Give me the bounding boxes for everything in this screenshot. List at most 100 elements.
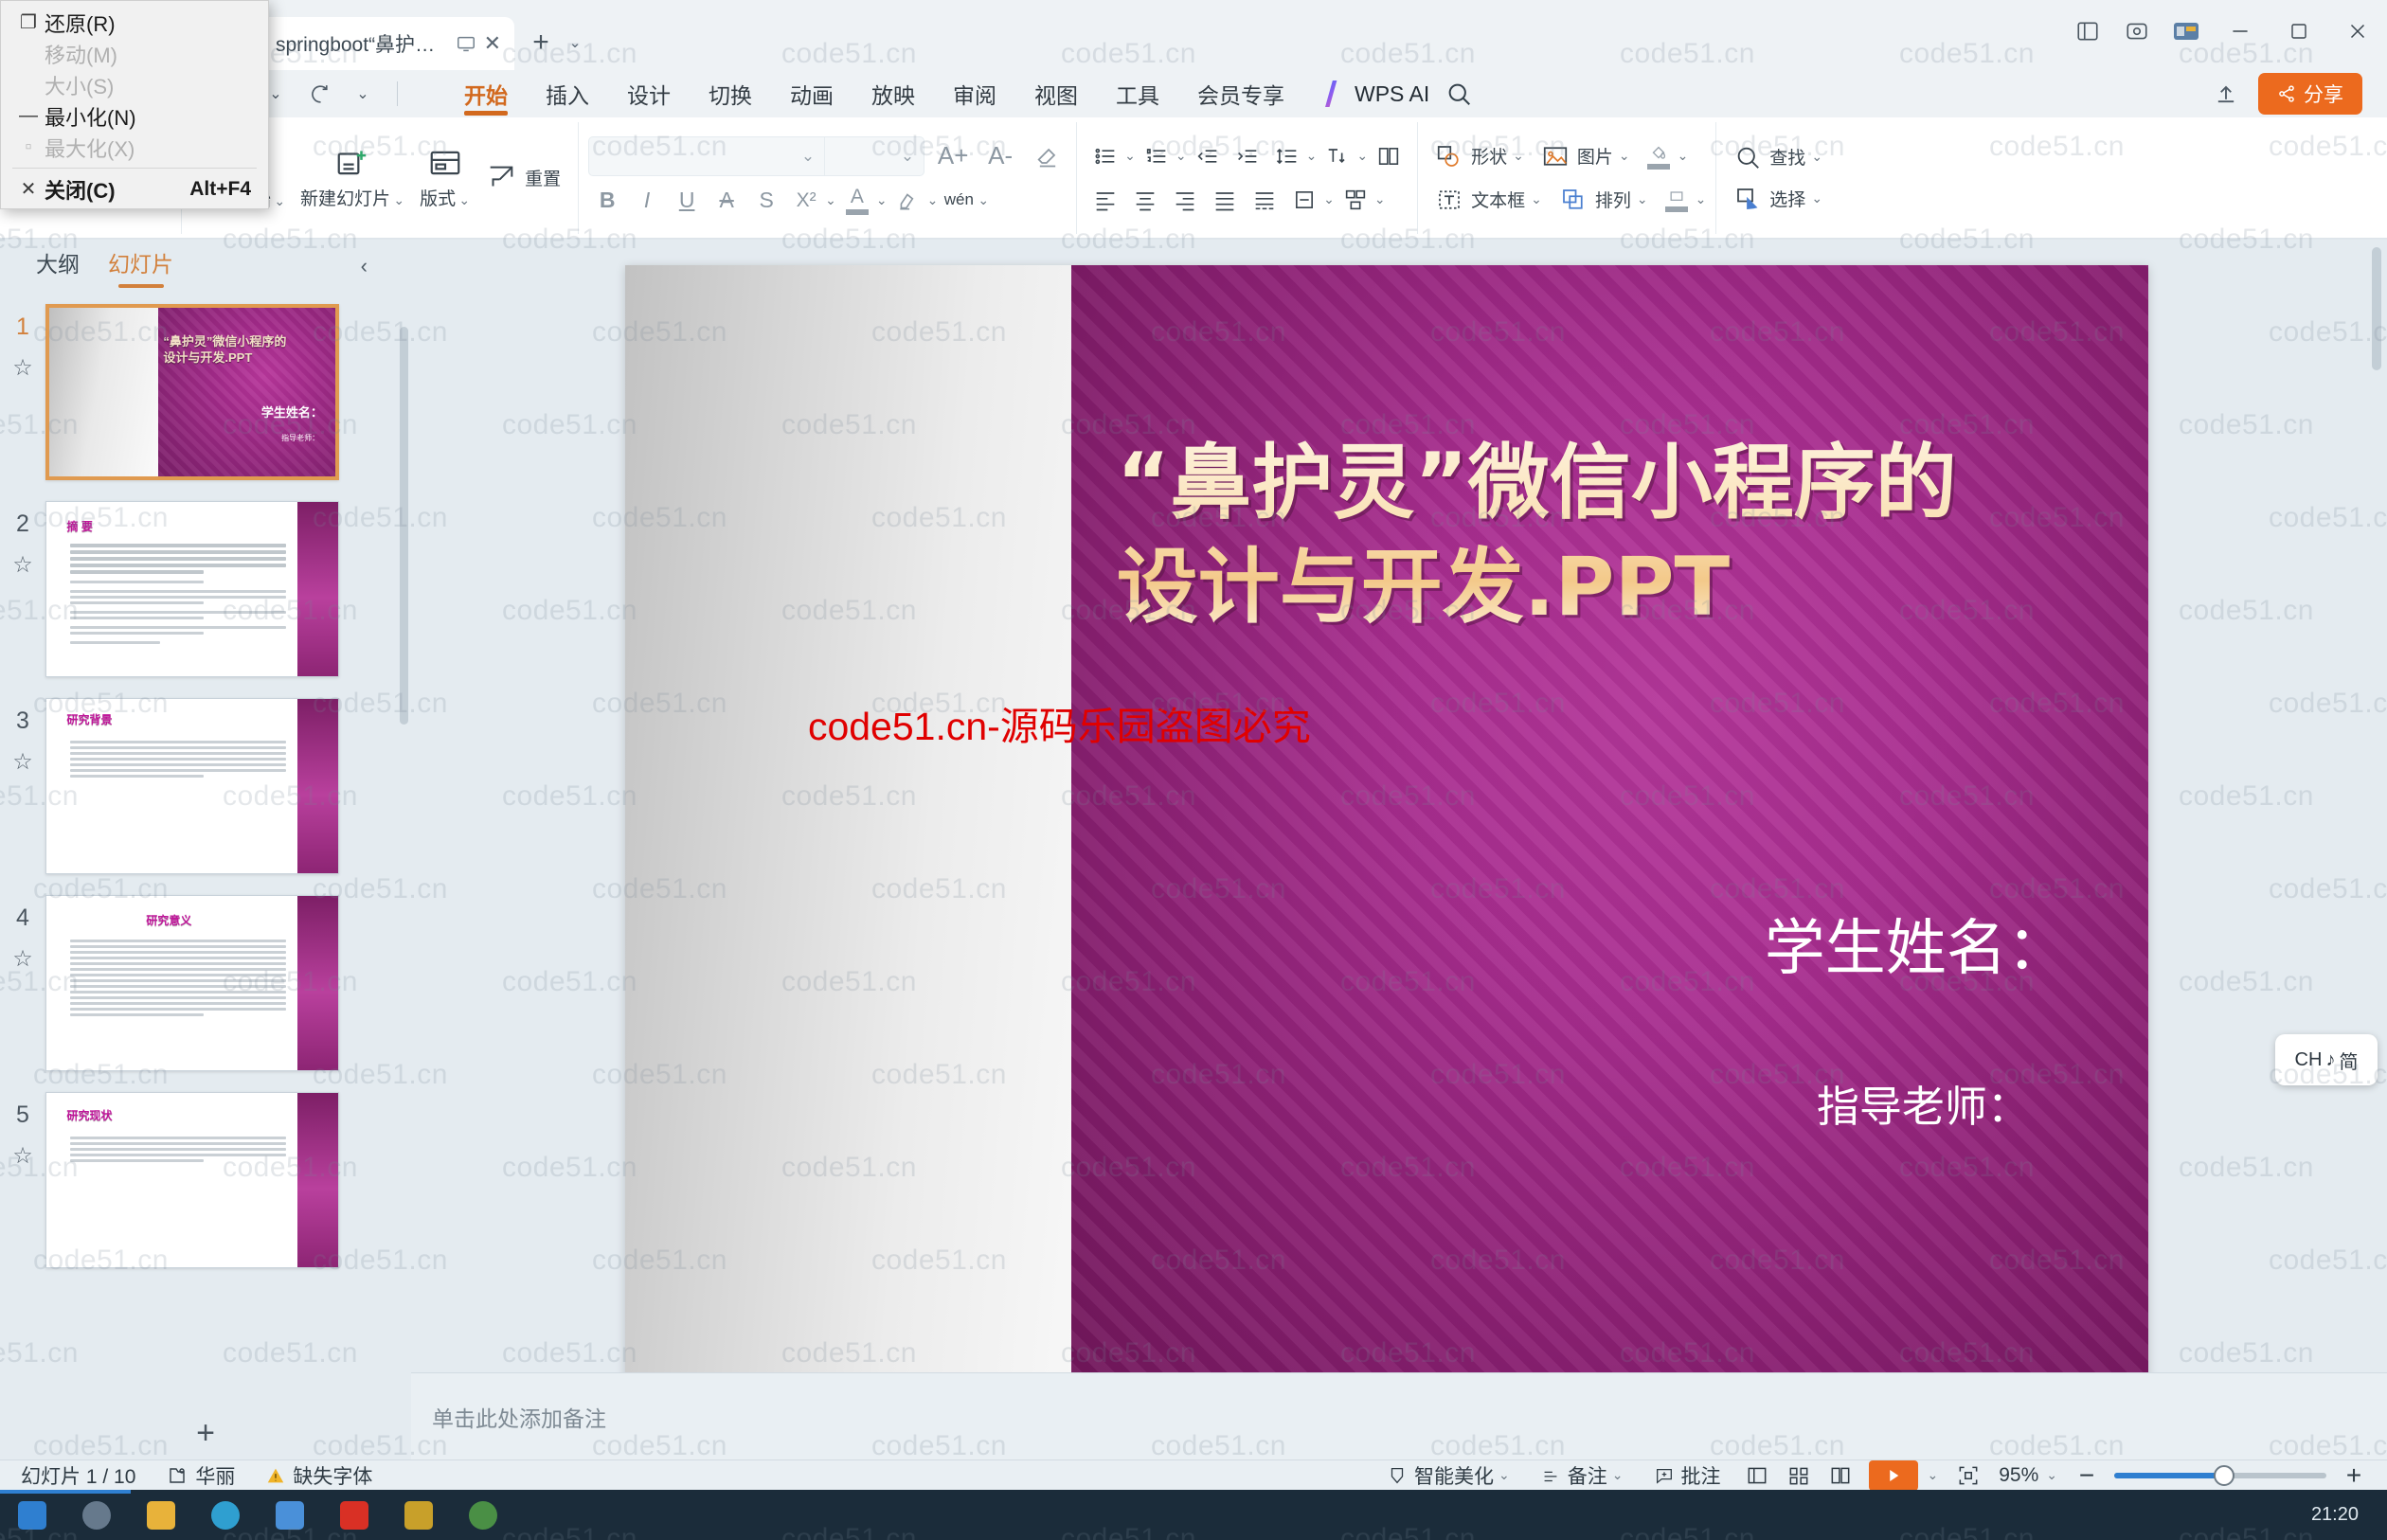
smartart-button[interactable] [1337,181,1374,219]
ime-indicator[interactable]: CH ♪ 简 [2275,1034,2378,1085]
arrange-caret-icon[interactable]: ⌄ [1637,191,1648,207]
align-left-button[interactable] [1086,181,1124,219]
shape-fill-caret-icon[interactable]: ⌄ [1678,148,1689,164]
cloud-sync-icon[interactable] [2112,6,2162,57]
taskbar-clock[interactable]: 21:20 [2311,1504,2387,1526]
bullet-list-button[interactable] [1086,137,1124,175]
avatar[interactable] [2162,6,2211,57]
theme-indicator[interactable]: 华丽 [151,1461,250,1490]
redo-icon[interactable] [300,75,338,113]
font-color-button[interactable]: A [838,182,876,220]
ribbon-tab-insert[interactable]: 插入 [527,70,608,117]
slide-title-text[interactable]: “鼻护灵”微信小程序的 设计与开发.PPT [1117,431,2108,639]
slide-thumbnail-5[interactable]: 研究现状 [45,1092,339,1268]
shape-outline-caret-icon[interactable]: ⌄ [1696,191,1707,207]
align-right-button[interactable] [1166,181,1204,219]
slide-thumbnail-2[interactable]: 摘 要 [45,501,339,677]
beautify-button[interactable]: 智能美化 ⌄ [1372,1461,1525,1490]
present-monitor-icon[interactable] [456,33,476,54]
font-color-caret-icon[interactable]: ⌄ [876,192,888,208]
slide-counter[interactable]: 幻灯片 1 / 10 [0,1461,151,1490]
play-slideshow-button[interactable] [1868,1459,1918,1491]
slide-teacher-label[interactable]: 指导老师： [1817,1072,2030,1134]
underline-button[interactable]: U [668,182,706,220]
zoom-level-label[interactable]: 95% [1989,1464,2048,1487]
chevron-left-icon[interactable]: ‹ [361,254,368,278]
view-normal-icon[interactable] [1736,1460,1778,1491]
find-button[interactable]: 查找 ⌄ [1726,139,1830,175]
comments-button[interactable]: 批注 [1639,1461,1736,1490]
ribbon-tab-transition[interactable]: 切换 [690,70,771,117]
upload-icon[interactable] [2207,75,2245,113]
textbox-caret-icon[interactable]: ⌄ [1531,191,1542,207]
store-icon[interactable] [258,1490,322,1540]
strikethrough-button[interactable]: A [708,182,745,220]
line-spacing-caret-icon[interactable]: ⌄ [1306,148,1318,164]
align-center-button[interactable] [1126,181,1164,219]
edge-icon[interactable] [193,1490,258,1540]
pinyin-caret-icon[interactable]: ⌄ [978,192,989,208]
picture-button[interactable]: 图片 ⌄ [1534,138,1638,174]
play-caret-icon[interactable]: ⌄ [1928,1467,1939,1483]
chrome-icon[interactable] [451,1490,515,1540]
notes-caret-icon[interactable]: ⌄ [1612,1467,1624,1483]
superscript-caret-icon[interactable]: ⌄ [825,192,836,208]
favorite-star-icon[interactable]: ☆ [0,1142,45,1170]
grow-font-button[interactable]: A+ [934,137,972,175]
favorite-star-icon[interactable]: ☆ [0,354,45,382]
split-view-icon[interactable] [2063,6,2112,57]
text-direction-button[interactable] [1319,137,1356,175]
font-size-input[interactable]: ⌄ [825,135,925,176]
list-item[interactable]: 3 ☆ 研究背景 [0,677,411,874]
highlight-caret-icon[interactable]: ⌄ [927,192,939,208]
notes-pane[interactable]: 单击此处添加备注 [411,1372,2387,1459]
shape-caret-icon[interactable]: ⌄ [1513,148,1524,164]
list-item[interactable]: 1 ☆ “鼻护灵”微信小程序的 设计与开发.PPT 学生姓名： 指导老师： [0,293,411,480]
numbering-caret-icon[interactable]: ⌄ [1176,148,1187,164]
favorite-star-icon[interactable]: ☆ [0,551,45,579]
list-item[interactable]: 4 ☆ 研究意义 [0,874,411,1071]
numbered-list-button[interactable] [1138,137,1176,175]
smartart-caret-icon[interactable]: ⌄ [1374,191,1386,207]
slide-student-label[interactable]: 学生姓名： [1765,900,2068,987]
italic-button[interactable]: I [628,182,666,220]
shape-button[interactable]: 形状 ⌄ [1427,138,1532,174]
ribbon-tab-member[interactable]: 会员专享 [1178,70,1303,117]
notes-toggle-button[interactable]: 备注 ⌄ [1525,1461,1639,1490]
zoom-caret-icon[interactable]: ⌄ [2046,1467,2057,1483]
zoom-out-button[interactable]: − [2071,1460,2103,1491]
ribbon-tab-animation[interactable]: 动画 [771,70,852,117]
menu-item-close[interactable]: ✕ 关闭(C) Alt+F4 [1,173,268,205]
editor-scrollbar[interactable] [2372,247,2381,370]
wps-ai-button[interactable]: WPS AI [1320,81,1429,107]
slide-canvas[interactable]: “鼻护灵”微信小程序的 设计与开发.PPT 学生姓名： 指导老师： code51… [625,265,2148,1409]
line-spacing-button[interactable] [1268,137,1306,175]
slide-thumbnail-1[interactable]: “鼻护灵”微信小程序的 设计与开发.PPT 学生姓名： 指导老师： [45,304,339,480]
mail-icon[interactable] [386,1490,451,1540]
arrange-button[interactable]: 排列 ⌄ [1552,182,1656,218]
redo-caret-icon[interactable]: ⌄ [344,75,382,113]
highlight-button[interactable] [889,182,927,220]
shape-fill-button[interactable] [1640,137,1678,175]
missing-font-warning[interactable]: 缺失字体 [250,1461,387,1490]
view-sorter-icon[interactable] [1778,1460,1820,1491]
minimize-button[interactable] [2211,6,2270,57]
distribute-button[interactable] [1246,181,1283,219]
favorite-star-icon[interactable]: ☆ [0,945,45,973]
window-tab-document[interactable]: P springboot“鼻护灵”微信 ✕ [230,17,514,70]
select-caret-icon[interactable]: ⌄ [1811,190,1822,206]
close-button[interactable] [2328,6,2387,57]
justify-button[interactable] [1206,181,1244,219]
search-icon[interactable] [1445,80,1473,108]
list-item[interactable]: 2 ☆ 摘 要 [0,480,411,677]
clear-format-button[interactable] [1029,137,1067,175]
add-slide-button[interactable]: + [0,1406,411,1459]
view-reading-icon[interactable] [1820,1460,1861,1491]
ribbon-tab-tools[interactable]: 工具 [1097,70,1178,117]
tab-slides[interactable]: 幻灯片 [108,246,173,286]
textbox-button[interactable]: 文本框 ⌄ [1427,182,1550,218]
maximize-button[interactable] [2270,6,2328,57]
align-vertical-button[interactable] [1285,181,1323,219]
slide-thumbnail-3[interactable]: 研究背景 [45,698,339,874]
shrink-font-button[interactable]: A- [981,137,1019,175]
